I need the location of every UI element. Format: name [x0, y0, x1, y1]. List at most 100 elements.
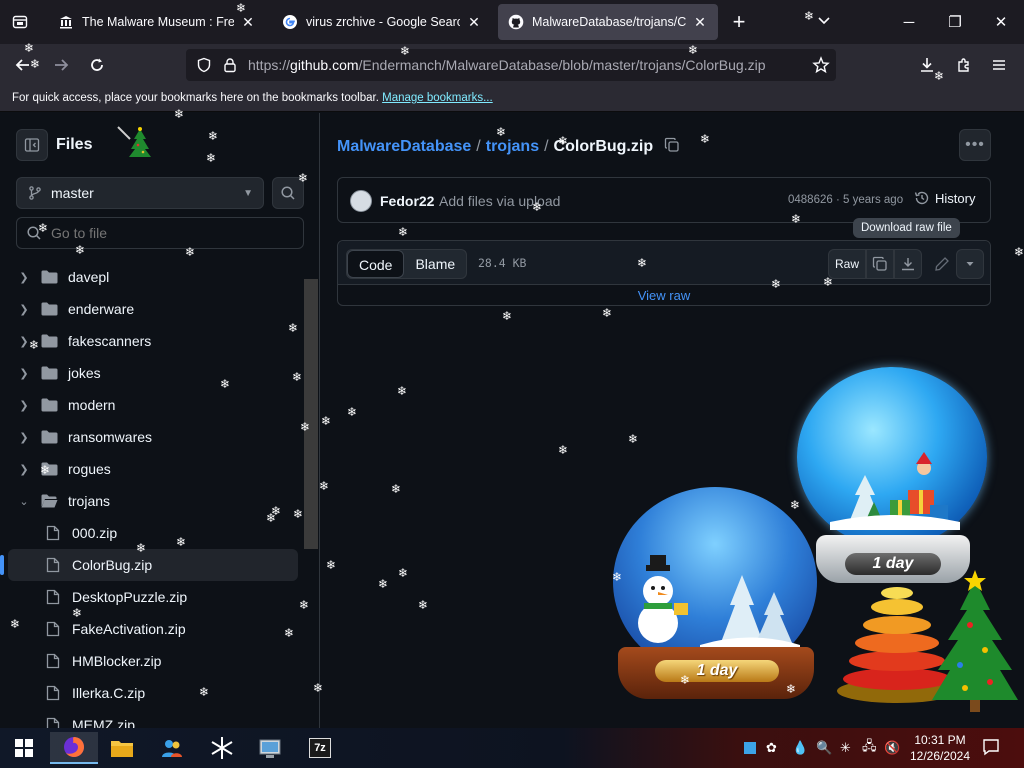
maximize-button[interactable]: ❐ [942, 10, 968, 34]
tray-drop-icon[interactable]: 💧 [792, 739, 808, 757]
minimize-button[interactable]: ─ [896, 10, 922, 34]
files-heading: Files [56, 136, 93, 153]
github-icon [508, 14, 524, 30]
collapse-sidebar-button[interactable] [16, 129, 48, 161]
breadcrumb-current-file: ColorBug.zip [553, 138, 654, 155]
breadcrumb: MalwareDatabase / trojans / ColorBug.zip [337, 137, 680, 156]
7zip-icon[interactable]: 7z [296, 732, 344, 764]
copy-icon [872, 256, 887, 271]
reload-icon[interactable] [86, 54, 108, 76]
breadcrumb-folder-link[interactable]: trojans [486, 138, 539, 155]
lock-icon[interactable] [222, 57, 238, 78]
copy-path-icon[interactable] [664, 137, 680, 153]
more-options-button[interactable]: ••• [959, 129, 991, 161]
tree-folder-jokes[interactable]: ❯ jokes [8, 357, 298, 389]
manage-bookmarks-link[interactable]: Manage bookmarks... [382, 92, 493, 104]
avatar[interactable] [350, 190, 372, 212]
taskbar-clock[interactable]: 10:31 PM 12/26/2024 [908, 732, 972, 764]
windows-start-icon[interactable] [0, 732, 48, 764]
list-all-tabs-icon[interactable] [816, 12, 836, 32]
bookmark-star-icon[interactable] [810, 54, 832, 76]
url-path: /Endermanch/MalwareDatabase/blob/master/… [358, 57, 766, 73]
folder-icon [40, 365, 58, 381]
tree-file-000[interactable]: 000.zip [8, 517, 298, 549]
tree-file-memz[interactable]: MEMZ.zip [8, 709, 298, 728]
folder-icon [40, 461, 58, 477]
file-icon [44, 589, 62, 605]
raw-button[interactable]: Raw [828, 249, 866, 279]
clock-date: 12/26/2024 [909, 749, 971, 763]
breadcrumb-repo-link[interactable]: MalwareDatabase [337, 138, 471, 155]
people-icon[interactable] [148, 732, 196, 764]
tray-snowflake-icon[interactable]: ✳ [840, 739, 851, 757]
tree-file-hmblocker[interactable]: HMBlocker.zip [8, 645, 298, 677]
tree-folder-davepl[interactable]: ❯ davepl [8, 261, 298, 293]
file-size: 28.4 KB [478, 256, 527, 270]
folder-icon [40, 429, 58, 445]
file-icon [44, 557, 62, 573]
close-tab-icon[interactable]: ✕ [692, 14, 708, 30]
view-raw-link[interactable]: View raw [338, 288, 990, 303]
tab-google-search[interactable]: virus zrchive - Google Search ✕ [272, 4, 492, 40]
tab-malware-museum[interactable]: The Malware Museum : Free Sc ✕ [48, 4, 266, 40]
notifications-icon[interactable] [982, 738, 1000, 756]
menu-icon[interactable] [988, 54, 1010, 76]
code-tab[interactable]: Code [347, 250, 405, 278]
new-tab-button[interactable]: + [728, 11, 750, 34]
tree-folder-rogues[interactable]: ❯ rogues [8, 453, 298, 485]
countdown-label-small: 1 day [655, 660, 779, 682]
tree-folder-modern[interactable]: ❯ modern [8, 389, 298, 421]
close-tab-icon[interactable]: ✕ [466, 14, 482, 30]
triangle-down-icon [966, 262, 974, 266]
tab-bar: The Malware Museum : Free Sc ✕ virus zrc… [0, 0, 1024, 44]
commit-author[interactable]: Fedor22 [380, 193, 434, 209]
url-text[interactable]: https://github.com/Endermanch/MalwareDat… [248, 57, 766, 73]
blame-tab[interactable]: Blame [404, 250, 466, 278]
globe-scene-gifts-icon [830, 452, 960, 530]
tree-folder-trojans[interactable]: ⌄ trojans [8, 485, 298, 517]
chevron-right-icon: ❯ [19, 367, 29, 380]
more-edit-options-button[interactable] [956, 249, 984, 279]
edit-file-button[interactable] [928, 249, 956, 279]
close-tab-icon[interactable]: ✕ [240, 14, 256, 30]
snowflake-app-icon[interactable] [198, 732, 246, 764]
tree-file-illerka[interactable]: Illerka.C.zip [8, 677, 298, 709]
tree-folder-fakescanners[interactable]: ❯ fakescanners [8, 325, 298, 357]
tree-folder-enderware[interactable]: ❯ enderware [8, 293, 298, 325]
sidebar-scrollbar[interactable] [304, 279, 318, 549]
network-icon[interactable]: 🖧 [862, 738, 877, 757]
branch-selector[interactable]: master ▼ [16, 177, 264, 209]
tray-blue-square-icon[interactable] [744, 739, 756, 757]
back-icon[interactable] [12, 54, 34, 76]
search-files-button[interactable] [272, 177, 304, 209]
file-explorer-icon[interactable] [98, 732, 146, 764]
commit-message[interactable]: Add files via upload [439, 193, 560, 209]
control-panel-icon[interactable] [246, 732, 294, 764]
copy-raw-button[interactable] [866, 249, 894, 279]
tray-search-icon[interactable]: 🔍 [816, 739, 832, 757]
downloads-icon[interactable] [916, 54, 938, 76]
tree-file-fakeactivation[interactable]: FakeActivation.zip [8, 613, 298, 645]
shield-icon[interactable] [196, 57, 212, 78]
download-raw-button[interactable] [894, 249, 922, 279]
go-to-file-input[interactable] [16, 217, 304, 249]
firefox-icon[interactable] [50, 732, 98, 764]
tab-github-colorbug[interactable]: MalwareDatabase/trojans/Colo ✕ [498, 4, 718, 40]
volume-muted-icon[interactable]: 🔇 [884, 739, 900, 757]
tray-people-icon[interactable]: ✿ [766, 739, 777, 757]
history-button[interactable]: History [914, 190, 975, 206]
tree-file-desktoppuzzle[interactable]: DesktopPuzzle.zip [8, 581, 298, 613]
url-bar[interactable]: https://github.com/Endermanch/MalwareDat… [186, 49, 836, 81]
tree-item-label: modern [68, 397, 116, 413]
windows-taskbar: 7z ✿ 💧 🔍 ✳ 🖧 🔇 10:31 PM 12/26/2024 [0, 728, 1024, 768]
extensions-icon[interactable] [953, 54, 975, 76]
breadcrumb-separator: / [544, 138, 549, 155]
forward-icon[interactable] [50, 54, 72, 76]
commit-sha-age[interactable]: 0488626 · 5 years ago [788, 194, 903, 206]
close-window-button[interactable]: ✕ [988, 10, 1014, 34]
file-content-box: Code Blame 28.4 KB Raw View raw [337, 240, 991, 306]
tree-folder-ransomwares[interactable]: ❯ ransomwares [8, 421, 298, 453]
tree-item-label: rogues [68, 461, 111, 477]
firefox-view-icon[interactable] [8, 10, 32, 34]
tree-file-colorbug[interactable]: ColorBug.zip [0, 549, 298, 581]
